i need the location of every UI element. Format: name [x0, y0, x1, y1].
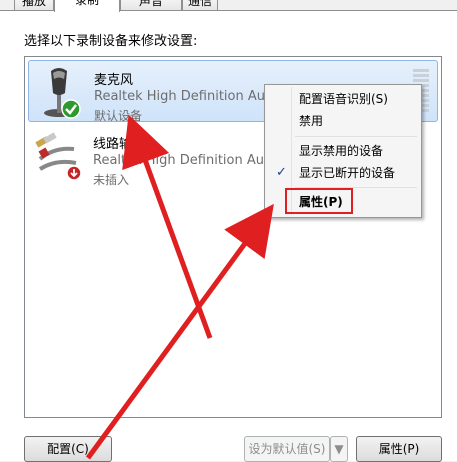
device-driver: Realtek High Definition Audio: [93, 153, 284, 168]
device-name: 线路输入: [93, 137, 146, 152]
tab-communications[interactable]: 通信: [182, 0, 218, 10]
properties-button[interactable]: 属性(P): [356, 436, 442, 462]
menu-item-configure-speech[interactable]: 配置语音识别(S): [268, 88, 418, 110]
tab-recording[interactable]: 录制: [54, 0, 120, 12]
menu-item-label: 配置语音识别(S): [299, 92, 388, 106]
menu-item-label: 禁用: [299, 114, 324, 128]
tab-label: 声音: [138, 0, 163, 8]
tab-label: 播放: [21, 0, 46, 8]
configure-button[interactable]: 配置(C): [24, 436, 112, 462]
tab-label: 录制: [74, 0, 99, 7]
tab-strip: 播放 录制 声音 通信: [0, 0, 457, 12]
device-status: 未插入: [93, 173, 130, 187]
chevron-down-icon: ▼: [334, 442, 344, 456]
menu-item-disable[interactable]: 禁用: [268, 110, 418, 132]
tab-playback[interactable]: 播放: [14, 0, 54, 10]
annotation-highlight-box: [285, 188, 353, 214]
menu-separator: [295, 136, 417, 137]
menu-item-label: 显示已断开的设备: [299, 166, 396, 180]
menu-item-label: 显示禁用的设备: [299, 144, 384, 158]
set-default-dropdown: ▼: [330, 436, 348, 462]
device-driver: Realtek High Definition Audio: [94, 89, 285, 104]
menu-item-show-disabled[interactable]: 显示禁用的设备: [268, 140, 418, 162]
device-status: 默认设备: [94, 109, 143, 123]
menu-item-show-disconnected[interactable]: ✓ 显示已断开的设备: [268, 162, 418, 184]
tab-label: 通信: [187, 0, 212, 8]
button-label: 属性(P): [378, 442, 420, 456]
unplugged-icon: [66, 165, 82, 181]
device-name: 麦克风: [94, 73, 134, 88]
instruction-text: 选择以下录制设备来修改设置:: [24, 34, 198, 49]
tab-sounds[interactable]: 声音: [120, 0, 182, 10]
default-check-icon: [61, 99, 81, 119]
button-label: 配置(C): [47, 442, 89, 456]
set-default-button: 设为默认值(S): [244, 436, 330, 462]
checkmark-icon: ✓: [276, 165, 287, 180]
button-label: 设为默认值(S): [248, 442, 326, 456]
